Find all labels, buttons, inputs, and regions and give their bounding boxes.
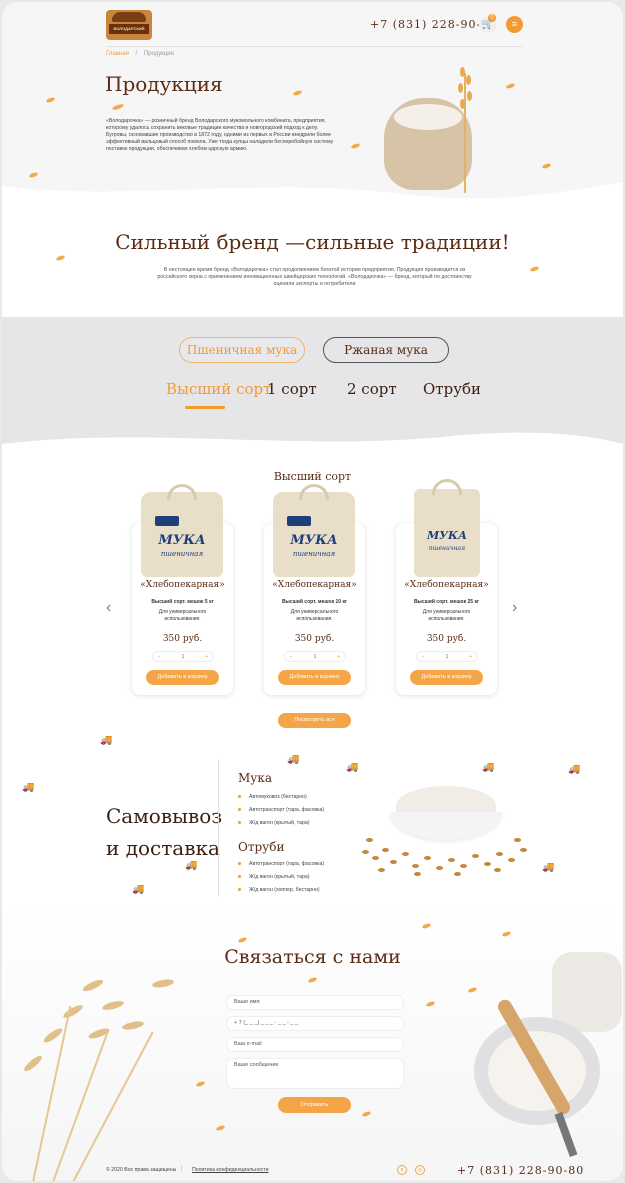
quantity-stepper[interactable]: - 1 +	[152, 651, 214, 662]
tab-wheat-flour[interactable]: Пшеничная мука	[179, 337, 305, 363]
bag-sublabel: пшеничная	[428, 545, 466, 552]
quantity-plus-button[interactable]: +	[337, 652, 340, 662]
vk-icon[interactable]: в	[397, 1165, 407, 1175]
grain-decoration-icon	[55, 254, 66, 262]
cart-count-badge: 0	[488, 14, 496, 22]
wheat-image	[456, 67, 474, 193]
page: ВОЛОДАРСКИЙ +7 (831) 228-90-80 🛒 0 ≡ Гла…	[2, 2, 623, 1181]
truck-icon: 🚚	[22, 782, 35, 793]
chevron-right-icon[interactable]: ›	[512, 599, 517, 617]
bag-label: МУКА	[290, 533, 338, 548]
delivery-title: Самовывоз и доставка	[106, 800, 222, 864]
quantity-value[interactable]: 1	[153, 652, 213, 662]
flour-bag-image: МУКА пшеничная	[273, 484, 355, 577]
breadcrumb-current: Продукция	[143, 51, 174, 57]
truck-icon: 🚚	[346, 762, 359, 773]
product-spec: Высший сорт. мешок 25 кг	[413, 599, 480, 605]
phone-field[interactable]: + 7 (_ _ _) _ _ _ - _ _ - _ _	[226, 1016, 404, 1031]
bag-sublabel: пшеничная	[160, 550, 204, 558]
logo[interactable]: ВОЛОДАРСКИЙ	[106, 10, 152, 40]
add-to-cart-button[interactable]: Добавить в корзину	[410, 670, 483, 685]
product-name[interactable]: «Хлебопекарная»	[396, 580, 497, 590]
quantity-stepper[interactable]: - 1 +	[416, 651, 478, 662]
grade-first[interactable]: 1 сорт	[267, 380, 317, 398]
quantity-value[interactable]: 1	[417, 652, 477, 662]
brand-description: В нестоящее время бренд «Володарочка» ст…	[157, 267, 472, 287]
product-description: Для универсального использования.	[158, 609, 207, 622]
truck-icon: 🚚	[287, 754, 300, 765]
breadcrumb: Главная / Продукция	[106, 51, 174, 57]
delivery-option: Ж/д вагон (крытый, тара)	[238, 874, 309, 880]
product-name[interactable]: «Хлебопекарная»	[132, 580, 233, 590]
quantity-stepper[interactable]: - 1 +	[284, 651, 346, 662]
truck-icon: 🚚	[568, 764, 581, 775]
footer-phone[interactable]: +7 (831) 228-90-80	[457, 1164, 584, 1177]
footer-separator: |	[181, 1166, 183, 1172]
products-section-title: Высший сорт	[273, 470, 352, 483]
bran-delivery-heading: Отруби	[238, 840, 285, 854]
logo-crown	[112, 12, 146, 22]
truck-icon: 🚚	[542, 862, 555, 873]
active-grade-underline	[185, 406, 225, 409]
header-divider	[106, 46, 523, 47]
bag-label: МУКА	[426, 529, 468, 542]
delivery-option: Ж/д вагон (хоппер, бестарно)	[238, 887, 320, 893]
add-to-cart-button[interactable]: Добавить в корзину	[146, 670, 219, 685]
delivery-option: Автотранспорт (тара, фасовка)	[238, 807, 324, 813]
flour-delivery-heading: Мука	[238, 771, 273, 785]
grade-second[interactable]: 2 сорт	[347, 380, 397, 398]
product-spec: Высший сорт. мешок 5 кг	[151, 599, 214, 605]
quantity-plus-button[interactable]: +	[205, 652, 208, 662]
email-field[interactable]: Ваш e-mail	[226, 1037, 404, 1052]
hero-description: «Володарочка» — розничный бренд Володарс…	[106, 118, 334, 152]
delivery-option: Автотранспорт (тара, фасовка)	[238, 861, 324, 867]
grain-decoration-icon	[529, 265, 540, 273]
truck-icon: 🚚	[482, 762, 495, 773]
bag-sublabel: пшеничная	[292, 550, 336, 558]
grade-top[interactable]: Высший сорт	[166, 380, 271, 398]
quantity-value[interactable]: 1	[285, 652, 345, 662]
grade-bran[interactable]: Отруби	[423, 380, 481, 398]
copyright: © 2020 Все права защищены	[106, 1167, 177, 1173]
flour-bag-image: МУКА пшеничная	[141, 484, 223, 577]
menu-icon[interactable]: ≡	[506, 16, 523, 33]
quantity-plus-button[interactable]: +	[469, 652, 472, 662]
name-field[interactable]: Ваше имя	[226, 995, 404, 1010]
wheat-decoration-image	[2, 962, 202, 1181]
instagram-icon[interactable]: ◎	[415, 1165, 425, 1175]
chevron-left-icon[interactable]: ‹	[106, 599, 111, 617]
add-to-cart-button[interactable]: Добавить в корзину	[278, 670, 351, 685]
contact-title: Связаться с нами	[224, 946, 401, 968]
page-title: Продукция	[105, 72, 223, 96]
delivery-option: Автомуковоз (бестарно)	[238, 794, 307, 800]
product-price: 350 руб.	[426, 634, 467, 644]
message-field[interactable]: Ваше сообщение	[226, 1058, 404, 1089]
brand-title: Сильный бренд —сильные традиции!	[115, 230, 510, 254]
delivery-divider	[218, 759, 219, 897]
product-spec: Высший сорт. мешок 10 кг	[281, 599, 348, 605]
tab-rye-flour[interactable]: Ржаная мука	[323, 337, 449, 363]
product-price: 350 руб.	[294, 634, 335, 644]
product-price: 350 руб.	[162, 634, 203, 644]
hero-wave	[2, 182, 623, 212]
submit-button[interactable]: Отправить	[278, 1097, 351, 1113]
tabs-wave	[2, 432, 623, 462]
grain-pile-image	[354, 830, 532, 878]
flour-top	[394, 104, 462, 130]
delivery-title-line1: Самовывоз	[106, 804, 223, 828]
truck-icon: 🚚	[132, 884, 145, 895]
product-description: Для универсального использования.	[422, 609, 471, 622]
product-description: Для универсального использования.	[290, 609, 339, 622]
truck-icon: 🚚	[100, 735, 113, 746]
view-all-button[interactable]: Посмотреть все	[278, 713, 351, 728]
breadcrumb-separator: /	[135, 51, 138, 57]
logo-text: ВОЛОДАРСКИЙ	[109, 24, 149, 34]
breadcrumb-home[interactable]: Главная	[106, 51, 129, 57]
bag-label: МУКА	[158, 533, 206, 548]
delivery-option: Ж/д вагон (крытый, тара)	[238, 820, 309, 826]
delivery-title-line2: и доставка	[106, 836, 220, 860]
privacy-policy-link[interactable]: Политика конфиденциальности	[192, 1167, 269, 1173]
product-name[interactable]: «Хлебопекарная»	[264, 580, 365, 590]
flour-bag-image: МУКА пшеничная	[414, 479, 480, 577]
